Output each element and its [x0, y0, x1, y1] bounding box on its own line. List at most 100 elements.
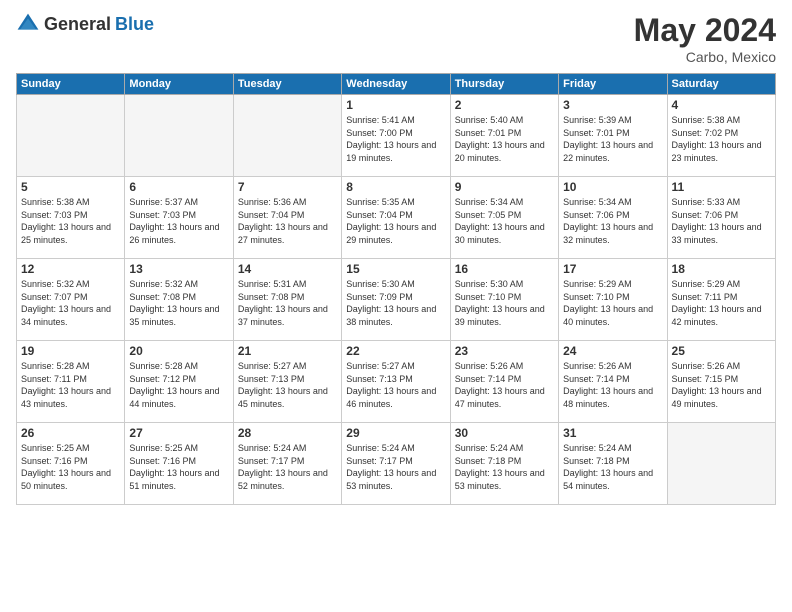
day-info: Sunrise: 5:33 AMSunset: 7:06 PMDaylight:… — [672, 196, 771, 246]
day-info: Sunrise: 5:24 AMSunset: 7:18 PMDaylight:… — [563, 442, 662, 492]
logo-general: General — [44, 14, 111, 35]
day-info: Sunrise: 5:27 AMSunset: 7:13 PMDaylight:… — [238, 360, 337, 410]
col-tuesday: Tuesday — [233, 74, 341, 95]
table-row: 6 Sunrise: 5:37 AMSunset: 7:03 PMDaylight… — [125, 177, 233, 259]
day-number: 13 — [129, 262, 228, 276]
calendar: Sunday Monday Tuesday Wednesday Thursday… — [16, 73, 776, 505]
calendar-header-row: Sunday Monday Tuesday Wednesday Thursday… — [17, 74, 776, 95]
day-info: Sunrise: 5:26 AMSunset: 7:14 PMDaylight:… — [455, 360, 554, 410]
table-row: 5 Sunrise: 5:38 AMSunset: 7:03 PMDaylight… — [17, 177, 125, 259]
table-row: 23 Sunrise: 5:26 AMSunset: 7:14 PMDayligh… — [450, 341, 558, 423]
day-info: Sunrise: 5:38 AMSunset: 7:03 PMDaylight:… — [21, 196, 120, 246]
day-info: Sunrise: 5:25 AMSunset: 7:16 PMDaylight:… — [129, 442, 228, 492]
day-number: 20 — [129, 344, 228, 358]
table-row — [667, 423, 775, 505]
day-number: 16 — [455, 262, 554, 276]
day-number: 17 — [563, 262, 662, 276]
calendar-week-row: 1 Sunrise: 5:41 AMSunset: 7:00 PMDaylight… — [17, 95, 776, 177]
day-number: 18 — [672, 262, 771, 276]
page: GeneralBlue May 2024 Carbo, Mexico Sunda… — [0, 0, 792, 612]
day-number: 4 — [672, 98, 771, 112]
day-number: 5 — [21, 180, 120, 194]
day-number: 12 — [21, 262, 120, 276]
calendar-week-row: 5 Sunrise: 5:38 AMSunset: 7:03 PMDaylight… — [17, 177, 776, 259]
day-info: Sunrise: 5:39 AMSunset: 7:01 PMDaylight:… — [563, 114, 662, 164]
table-row — [125, 95, 233, 177]
table-row: 25 Sunrise: 5:26 AMSunset: 7:15 PMDayligh… — [667, 341, 775, 423]
calendar-week-row: 12 Sunrise: 5:32 AMSunset: 7:07 PMDayligh… — [17, 259, 776, 341]
day-info: Sunrise: 5:31 AMSunset: 7:08 PMDaylight:… — [238, 278, 337, 328]
day-info: Sunrise: 5:40 AMSunset: 7:01 PMDaylight:… — [455, 114, 554, 164]
location: Carbo, Mexico — [634, 49, 776, 65]
col-thursday: Thursday — [450, 74, 558, 95]
table-row: 8Sunrise: 5:35 AMSunset: 7:04 PMDaylight… — [342, 177, 450, 259]
table-row: 28Sunrise: 5:24 AMSunset: 7:17 PMDayligh… — [233, 423, 341, 505]
table-row: 30Sunrise: 5:24 AMSunset: 7:18 PMDayligh… — [450, 423, 558, 505]
logo-blue: Blue — [115, 14, 154, 35]
logo: GeneralBlue — [16, 12, 154, 36]
table-row — [17, 95, 125, 177]
day-number: 19 — [21, 344, 120, 358]
day-info: Sunrise: 5:26 AMSunset: 7:15 PMDaylight:… — [672, 360, 771, 410]
day-info: Sunrise: 5:27 AMSunset: 7:13 PMDaylight:… — [346, 360, 445, 410]
day-info: Sunrise: 5:28 AMSunset: 7:12 PMDaylight:… — [129, 360, 228, 410]
table-row: 19 Sunrise: 5:28 AMSunset: 7:11 PMDayligh… — [17, 341, 125, 423]
day-info: Sunrise: 5:24 AMSunset: 7:17 PMDaylight:… — [346, 442, 445, 492]
day-number: 28 — [238, 426, 337, 440]
day-info: Sunrise: 5:28 AMSunset: 7:11 PMDaylight:… — [21, 360, 120, 410]
day-number: 23 — [455, 344, 554, 358]
day-number: 2 — [455, 98, 554, 112]
table-row: 20 Sunrise: 5:28 AMSunset: 7:12 PMDayligh… — [125, 341, 233, 423]
day-number: 22 — [346, 344, 445, 358]
day-number: 3 — [563, 98, 662, 112]
table-row: 31 Sunrise: 5:24 AMSunset: 7:18 PMDayligh… — [559, 423, 667, 505]
day-info: Sunrise: 5:29 AMSunset: 7:11 PMDaylight:… — [672, 278, 771, 328]
day-number: 14 — [238, 262, 337, 276]
table-row: 11 Sunrise: 5:33 AMSunset: 7:06 PMDayligh… — [667, 177, 775, 259]
table-row: 3 Sunrise: 5:39 AMSunset: 7:01 PMDaylight… — [559, 95, 667, 177]
day-number: 27 — [129, 426, 228, 440]
day-number: 31 — [563, 426, 662, 440]
day-number: 21 — [238, 344, 337, 358]
table-row: 9Sunrise: 5:34 AMSunset: 7:05 PMDaylight… — [450, 177, 558, 259]
table-row: 10 Sunrise: 5:34 AMSunset: 7:06 PMDayligh… — [559, 177, 667, 259]
month-year: May 2024 — [634, 12, 776, 49]
day-info: Sunrise: 5:30 AMSunset: 7:10 PMDaylight:… — [455, 278, 554, 328]
day-number: 26 — [21, 426, 120, 440]
day-info: Sunrise: 5:32 AMSunset: 7:08 PMDaylight:… — [129, 278, 228, 328]
table-row: 2 Sunrise: 5:40 AMSunset: 7:01 PMDaylight… — [450, 95, 558, 177]
col-wednesday: Wednesday — [342, 74, 450, 95]
day-info: Sunrise: 5:37 AMSunset: 7:03 PMDaylight:… — [129, 196, 228, 246]
table-row: 24 Sunrise: 5:26 AMSunset: 7:14 PMDayligh… — [559, 341, 667, 423]
table-row: 1 Sunrise: 5:41 AMSunset: 7:00 PMDaylight… — [342, 95, 450, 177]
day-info: Sunrise: 5:30 AMSunset: 7:09 PMDaylight:… — [346, 278, 445, 328]
day-number: 25 — [672, 344, 771, 358]
day-number: 24 — [563, 344, 662, 358]
table-row: 12 Sunrise: 5:32 AMSunset: 7:07 PMDayligh… — [17, 259, 125, 341]
table-row: 13 Sunrise: 5:32 AMSunset: 7:08 PMDayligh… — [125, 259, 233, 341]
day-info: Sunrise: 5:29 AMSunset: 7:10 PMDaylight:… — [563, 278, 662, 328]
day-number: 15 — [346, 262, 445, 276]
day-number: 11 — [672, 180, 771, 194]
day-info: Sunrise: 5:36 AMSunset: 7:04 PMDaylight:… — [238, 196, 337, 246]
table-row: 27 Sunrise: 5:25 AMSunset: 7:16 PMDayligh… — [125, 423, 233, 505]
table-row: 29Sunrise: 5:24 AMSunset: 7:17 PMDayligh… — [342, 423, 450, 505]
day-info: Sunrise: 5:26 AMSunset: 7:14 PMDaylight:… — [563, 360, 662, 410]
day-info: Sunrise: 5:32 AMSunset: 7:07 PMDaylight:… — [21, 278, 120, 328]
table-row: 17 Sunrise: 5:29 AMSunset: 7:10 PMDayligh… — [559, 259, 667, 341]
col-saturday: Saturday — [667, 74, 775, 95]
day-info: Sunrise: 5:34 AMSunset: 7:06 PMDaylight:… — [563, 196, 662, 246]
header: GeneralBlue May 2024 Carbo, Mexico — [16, 12, 776, 65]
table-row — [233, 95, 341, 177]
day-number: 6 — [129, 180, 228, 194]
day-info: Sunrise: 5:25 AMSunset: 7:16 PMDaylight:… — [21, 442, 120, 492]
table-row: 22 Sunrise: 5:27 AMSunset: 7:13 PMDayligh… — [342, 341, 450, 423]
col-monday: Monday — [125, 74, 233, 95]
day-info: Sunrise: 5:41 AMSunset: 7:00 PMDaylight:… — [346, 114, 445, 164]
day-number: 1 — [346, 98, 445, 112]
day-info: Sunrise: 5:24 AMSunset: 7:18 PMDaylight:… — [455, 442, 554, 492]
day-number: 10 — [563, 180, 662, 194]
col-sunday: Sunday — [17, 74, 125, 95]
table-row: 26 Sunrise: 5:25 AMSunset: 7:16 PMDayligh… — [17, 423, 125, 505]
calendar-week-row: 19 Sunrise: 5:28 AMSunset: 7:11 PMDayligh… — [17, 341, 776, 423]
